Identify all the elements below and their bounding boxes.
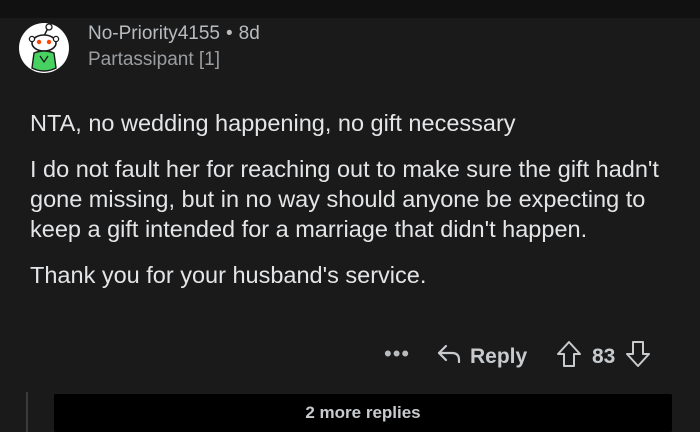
more-replies-label: 2 more replies: [305, 403, 421, 422]
upvote-arrow-icon[interactable]: [556, 340, 582, 374]
reply-arrow-icon: [436, 343, 462, 371]
snoo-avatar-icon[interactable]: [18, 22, 70, 74]
more-options-icon[interactable]: •••: [384, 343, 410, 365]
thread-line[interactable]: [26, 392, 28, 432]
comment-body: NTA, no wedding happening, no gift neces…: [30, 108, 680, 306]
comment-actions: ••• Reply 83: [0, 340, 700, 374]
more-replies-button[interactable]: 2 more replies: [54, 394, 672, 432]
vote-score: 83: [592, 345, 616, 368]
meta-separator: •: [226, 23, 233, 44]
top-strip: [0, 0, 700, 18]
vote-controls: 83: [556, 340, 651, 374]
comment-paragraph: NTA, no wedding happening, no gift neces…: [30, 110, 516, 136]
comment-paragraph: Thank you for your husband's service.: [30, 262, 427, 288]
comment-meta: No-Priority4155 • 8d: [88, 22, 260, 46]
comment-paragraph: I do not fault her for reaching out to m…: [30, 156, 659, 242]
username-link[interactable]: No-Priority4155: [88, 23, 220, 44]
user-flair: Partassipant [1]: [88, 49, 221, 70]
comment-age: 8d: [238, 23, 260, 44]
downvote-arrow-icon[interactable]: [625, 340, 651, 374]
reply-label: Reply: [470, 345, 528, 368]
reply-button[interactable]: Reply: [436, 340, 527, 374]
